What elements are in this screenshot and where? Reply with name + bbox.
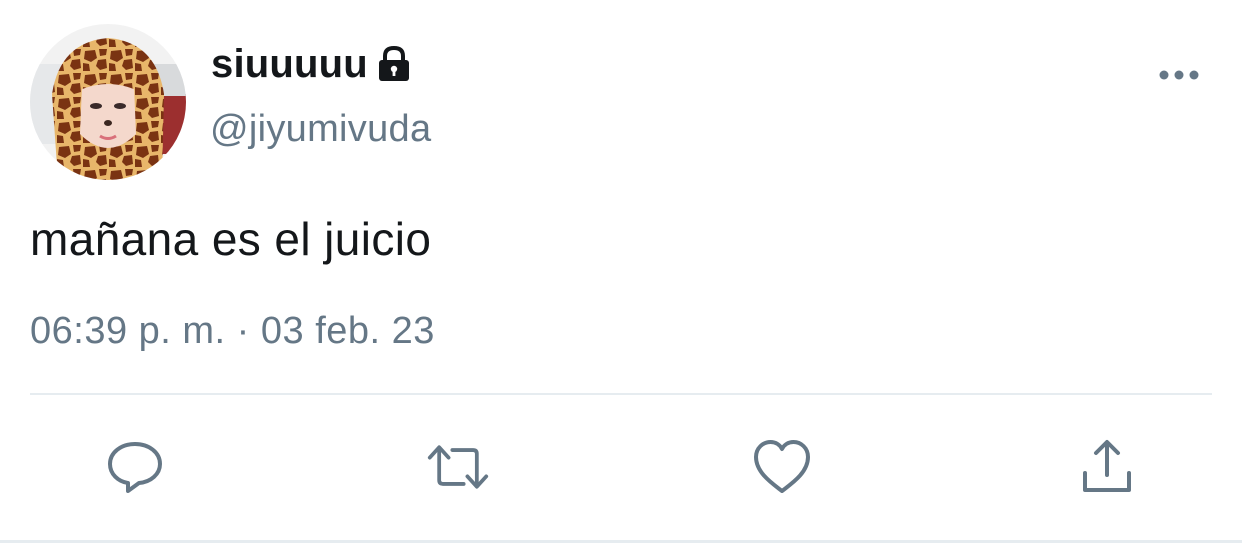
avatar[interactable] [30, 24, 186, 180]
lock-icon [376, 45, 412, 83]
user-handle[interactable]: @jiyumivuda [210, 108, 431, 151]
tweet-card: siuuuuu @jiyumivuda mañana es el juicio … [0, 0, 1242, 558]
heart-icon [754, 440, 810, 493]
tweet-timestamp[interactable]: 06:39 p. m. · 03 feb. 23 [30, 310, 435, 353]
divider [30, 393, 1212, 395]
display-name[interactable]: siuuuuu [211, 42, 368, 87]
avatar-image [30, 24, 186, 180]
reply-icon [108, 442, 162, 493]
reply-button[interactable] [103, 436, 167, 498]
retweet-icon [427, 445, 489, 489]
tweet-actions [0, 436, 1242, 498]
share-icon [1083, 440, 1131, 492]
tweet-text: mañana es el juicio [30, 213, 432, 265]
retweet-button[interactable] [426, 436, 490, 498]
more-horizontal-icon[interactable] [1158, 66, 1200, 84]
display-name-row: siuuuuu [211, 38, 412, 90]
like-button[interactable] [750, 436, 814, 498]
bottom-divider [0, 540, 1242, 543]
share-button[interactable] [1075, 436, 1139, 498]
